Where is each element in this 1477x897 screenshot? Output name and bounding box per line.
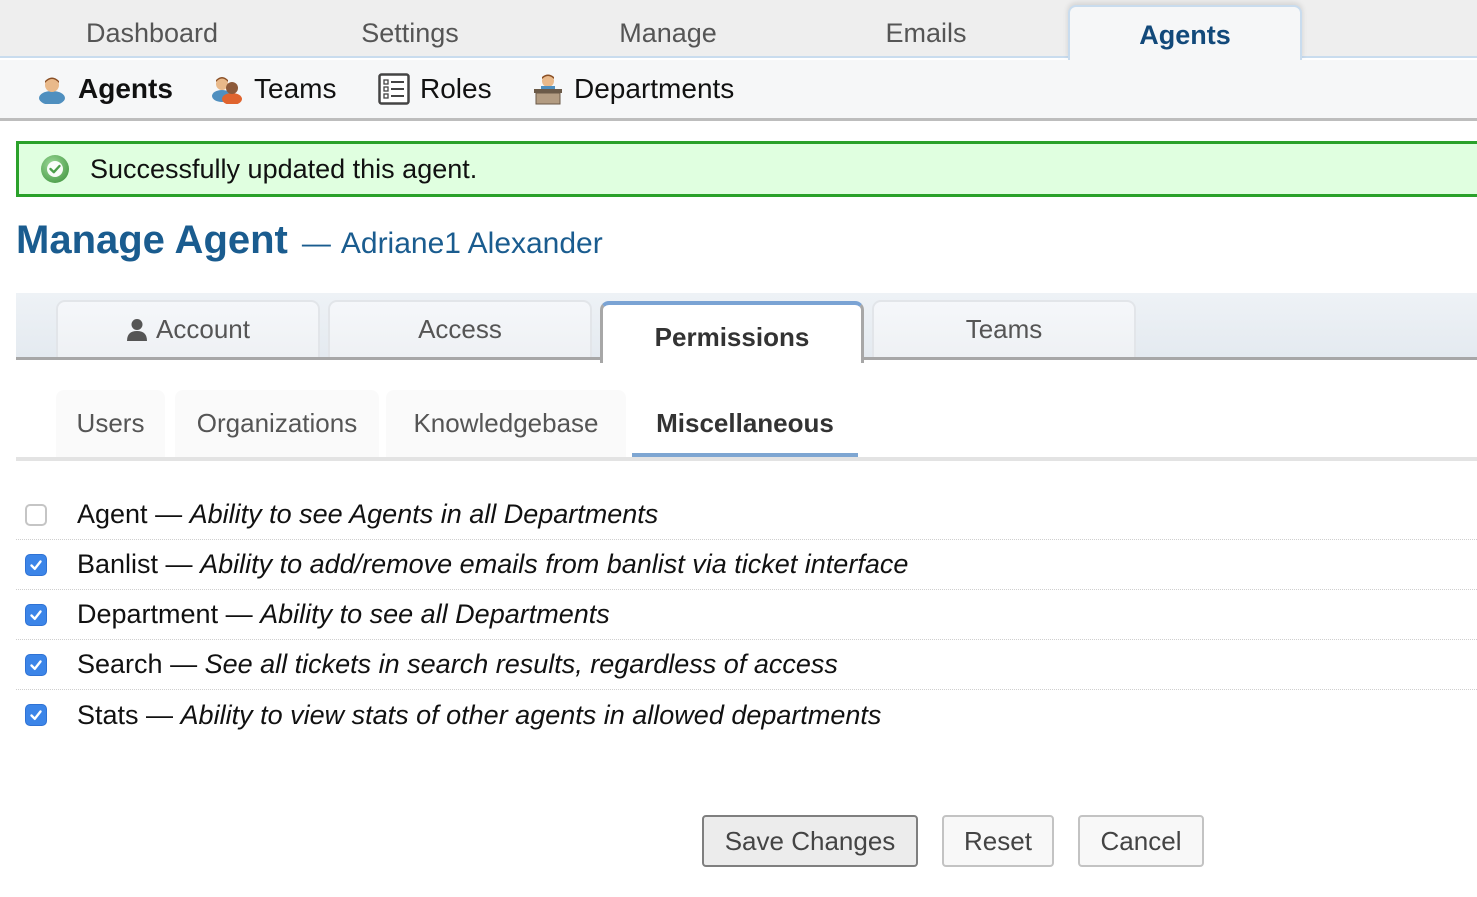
top-nav: Dashboard Settings Manage Emails Agents <box>0 0 1477 60</box>
check-circle-icon <box>40 154 70 184</box>
permission-row: Department — Ability to see all Departme… <box>16 590 1477 640</box>
permission-row: Stats — Ability to view stats of other a… <box>16 690 1477 740</box>
permission-label: Stats — Ability to view stats of other a… <box>77 700 881 731</box>
top-nav-tab-agents[interactable]: Agents <box>1068 5 1302 60</box>
roles-list-icon <box>378 73 410 105</box>
main-tabs: Account Access Permissions Teams <box>16 293 1477 363</box>
teams-icon <box>212 77 242 104</box>
permission-row: Search — See all tickets in search resul… <box>16 640 1477 690</box>
permission-description: Ability to see all Departments <box>260 599 610 629</box>
success-alert: Successfully updated this agent. <box>16 141 1477 197</box>
permission-description: Ability to see Agents in all Departments <box>189 499 659 529</box>
sub-tab-knowledgebase[interactable]: Knowledgebase <box>386 390 626 457</box>
sub-nav-item-roles[interactable]: Roles <box>378 60 492 118</box>
agent-name: Adriane1 Alexander <box>340 227 603 260</box>
tab-label: Account <box>156 314 250 344</box>
cancel-button[interactable]: Cancel <box>1078 815 1204 867</box>
permission-separator: — <box>146 699 181 730</box>
top-nav-tab-dashboard[interactable]: Dashboard <box>40 0 264 58</box>
reset-button[interactable]: Reset <box>942 815 1054 867</box>
permission-name: Stats <box>77 699 147 730</box>
tab-label: Access <box>418 314 502 344</box>
heading-separator: — <box>301 228 331 260</box>
sub-tab-miscellaneous[interactable]: Miscellaneous <box>632 390 858 457</box>
checkmark-icon <box>30 710 42 720</box>
tab-label: Teams <box>965 314 1043 344</box>
permission-sub-tabs: Users Organizations Knowledgebase Miscel… <box>16 390 1477 461</box>
permission-checkbox[interactable] <box>25 553 47 576</box>
save-changes-button[interactable]: Save Changes <box>702 815 918 867</box>
permission-checkbox[interactable] <box>25 503 47 526</box>
permission-label: Banlist — Ability to add/remove emails f… <box>77 549 908 580</box>
user-icon <box>127 318 148 341</box>
checkmark-icon <box>30 609 42 620</box>
sub-nav-item-agents[interactable]: Agents <box>36 60 173 118</box>
tab-account[interactable]: Account <box>56 300 320 357</box>
sub-nav-item-label: Departments <box>574 73 735 104</box>
permission-name: Agent <box>77 499 156 529</box>
checkmark-icon <box>30 559 42 570</box>
permission-label: Agent — Ability to see Agents in all Dep… <box>77 499 658 530</box>
permission-description: See all tickets in search results, regar… <box>204 649 838 679</box>
permission-name: Department <box>77 599 226 629</box>
permission-name: Banlist <box>77 549 166 579</box>
tab-teams[interactable]: Teams <box>872 300 1136 357</box>
sub-tab-organizations[interactable]: Organizations <box>175 390 379 457</box>
page-title: Manage Agent <box>16 218 288 262</box>
permission-checkbox[interactable] <box>25 653 47 676</box>
alert-message: Successfully updated this agent. <box>90 153 478 184</box>
sub-tab-users[interactable]: Users <box>56 390 165 457</box>
sub-nav-item-label: Agents <box>78 73 173 104</box>
sub-nav-item-label: Roles <box>420 73 492 104</box>
permission-checkbox[interactable] <box>25 603 47 626</box>
permission-separator: — <box>165 549 201 579</box>
sub-nav-item-departments[interactable]: Departments <box>532 60 734 118</box>
permission-label: Search — See all tickets in search resul… <box>77 649 838 680</box>
agent-icon <box>39 77 65 104</box>
permissions-list: Agent — Ability to see Agents in all Dep… <box>16 490 1477 740</box>
permission-row: Banlist — Ability to add/remove emails f… <box>16 540 1477 590</box>
top-nav-tab-manage[interactable]: Manage <box>556 0 780 58</box>
tab-label: Permissions <box>654 321 810 352</box>
permission-row: Agent — Ability to see Agents in all Dep… <box>16 490 1477 540</box>
permission-separator: — <box>170 649 205 679</box>
sub-nav-item-teams[interactable]: Teams <box>210 60 336 118</box>
permission-name: Search <box>77 649 171 679</box>
permission-description: Ability to add/remove emails from banlis… <box>200 549 909 579</box>
permission-separator: — <box>225 599 261 629</box>
sub-nav-item-label: Teams <box>254 73 337 104</box>
top-nav-tab-emails[interactable]: Emails <box>814 0 1038 58</box>
top-nav-tab-settings[interactable]: Settings <box>298 0 522 58</box>
sub-nav: Agents Teams Roles Departments <box>0 60 1477 121</box>
permission-description: Ability to view stats of other agents in… <box>180 699 882 730</box>
permission-checkbox[interactable] <box>25 704 47 726</box>
checkmark-icon <box>30 659 42 670</box>
tab-permissions[interactable]: Permissions <box>600 301 864 363</box>
tab-access[interactable]: Access <box>328 300 592 357</box>
permission-label: Department — Ability to see all Departme… <box>77 599 610 630</box>
permission-separator: — <box>155 499 190 529</box>
page-heading: Manage Agent — Adriane1 Alexander <box>16 218 603 263</box>
department-icon <box>534 74 562 105</box>
